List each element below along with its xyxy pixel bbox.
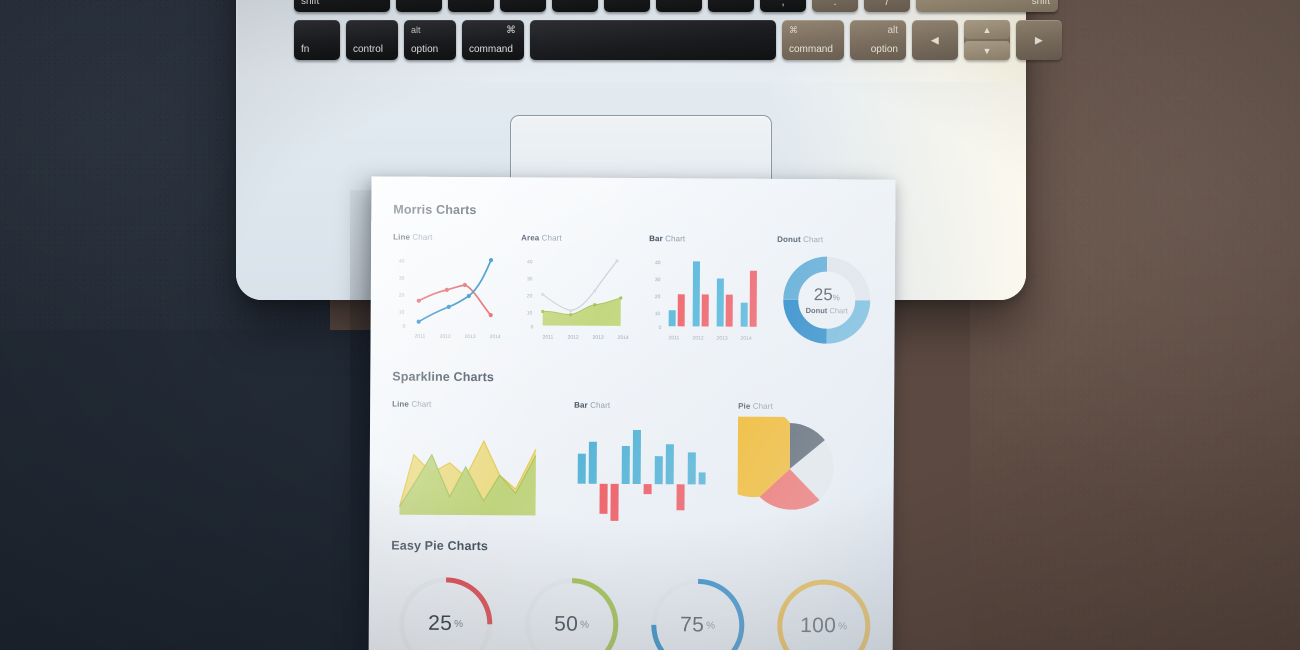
svg-text:20: 20 — [655, 294, 661, 300]
key-fn[interactable]: fn — [294, 20, 340, 60]
sparkline-pie-chart — [707, 405, 834, 510]
sparkline-line-chart-cell: Line Chart — [391, 400, 542, 526]
sparkline-bar-chart-cell: Bar Chart — [573, 400, 706, 536]
easy-pie-value-100: 100% — [800, 614, 848, 638]
svg-text:2014: 2014 — [490, 334, 501, 340]
svg-text:20: 20 — [527, 293, 533, 299]
svg-text:40: 40 — [527, 259, 533, 265]
key-command-right[interactable]: ⌘ command — [782, 20, 844, 60]
svg-text:2012: 2012 — [693, 335, 704, 341]
svg-text:10: 10 — [399, 310, 405, 316]
donut-center-label: 25% Donut Chart — [777, 285, 877, 316]
key-n[interactable]: N — [656, 0, 702, 12]
svg-text:2011: 2011 — [415, 334, 426, 340]
morris-area-chart: 40 30 20 10 0 2011 2012 2013 2014 — [527, 259, 629, 341]
sparkline-pie-chart-title: Pie Chart — [738, 401, 773, 411]
donut-center-caption: Donut Chart — [805, 306, 848, 316]
key-arrow-down[interactable]: ▼ — [964, 41, 1010, 60]
morris-line-chart-cell: Line Chart 40 30 20 10 0 2011 2012 2013 … — [392, 233, 511, 349]
svg-text:2011: 2011 — [543, 334, 554, 340]
svg-text:0: 0 — [531, 324, 534, 330]
printed-report-sheet: Morris Charts Line Chart 40 30 20 10 0 2… — [368, 176, 896, 650]
svg-text:2013: 2013 — [593, 335, 604, 341]
section-title-sparkline: Sparkline Charts — [392, 369, 495, 385]
svg-text:2013: 2013 — [717, 336, 728, 342]
morris-bar-chart-cell: Bar Chart 40 30 20 10 0 2011 2012 2013 2… — [648, 234, 767, 350]
svg-text:30: 30 — [655, 277, 661, 283]
key-arrow-right[interactable]: ► — [1016, 20, 1062, 60]
key-c[interactable]: C — [500, 0, 546, 12]
morris-bar-chart-title: Bar Chart — [649, 234, 686, 244]
svg-text:10: 10 — [527, 310, 533, 316]
sparkline-charts-row: Line Chart Bar Chart Pie Chart — [391, 400, 872, 536]
svg-text:10: 10 — [655, 311, 661, 317]
key-m[interactable]: M — [708, 0, 754, 12]
key-option-right[interactable]: alt option — [850, 20, 906, 60]
section-title-morris: Morris Charts — [393, 202, 477, 218]
key-control[interactable]: control — [346, 20, 398, 60]
key-b[interactable]: B — [604, 0, 650, 12]
key-x[interactable]: X — [448, 0, 494, 12]
sparkline-pie-chart-cell: Pie Chart — [707, 401, 843, 528]
key-option-left[interactable]: alt option — [404, 20, 456, 60]
key-shift-right[interactable]: shift — [916, 0, 1058, 12]
key-period[interactable]: > . — [812, 0, 858, 12]
svg-text:0: 0 — [403, 324, 406, 330]
morris-charts-row: Line Chart 40 30 20 10 0 2011 2012 2013 … — [392, 233, 873, 351]
svg-text:2014: 2014 — [618, 335, 629, 341]
svg-text:2012: 2012 — [568, 335, 579, 341]
key-command-left[interactable]: ⌘ command — [462, 20, 524, 60]
key-comma[interactable]: < , — [760, 0, 806, 12]
morris-bar-chart: 40 30 20 10 0 2011 2012 2013 2014 — [655, 260, 757, 342]
key-arrow-left[interactable]: ◄ — [912, 20, 958, 60]
section-title-easypie: Easy Pie Charts — [391, 538, 489, 554]
photo-scene: shift Z X C V B N — [0, 0, 1300, 650]
key-slash[interactable]: ? / — [864, 0, 910, 12]
easy-pie-value-25: 25% — [428, 611, 464, 635]
morris-line-chart: 40 30 20 10 0 2011 2012 2013 2014 — [399, 258, 501, 340]
key-arrow-up[interactable]: ▲ — [964, 20, 1010, 39]
morris-area-chart-title: Area Chart — [521, 233, 562, 243]
easy-pie-chart-75: 75% — [642, 570, 753, 650]
key-arrow-up-down[interactable]: ▲ ▼ — [964, 20, 1010, 60]
easy-pie-charts-row: 25% 50% 75 % 100 % — [390, 569, 871, 650]
key-z[interactable]: Z — [396, 0, 442, 12]
svg-text:20: 20 — [399, 293, 405, 299]
easy-pie-chart-25: 25% — [390, 569, 501, 650]
sparkline-bar-chart — [577, 430, 706, 536]
easy-pie-chart-50: 50% — [516, 569, 627, 650]
key-v[interactable]: V — [552, 0, 598, 12]
sparkline-line-chart — [398, 439, 537, 516]
sparkline-line-chart-title: Line Chart — [392, 399, 432, 409]
sparkline-bar-chart-title: Bar Chart — [574, 400, 611, 410]
svg-text:40: 40 — [655, 260, 661, 266]
easy-pie-value-50: 50% — [554, 612, 590, 636]
keyboard: shift Z X C V B N — [294, 0, 1062, 68]
svg-text:40: 40 — [399, 259, 405, 265]
desk-surface-bottom-left — [0, 330, 380, 650]
svg-text:2011: 2011 — [669, 335, 680, 341]
easy-pie-chart-100: 100% — [768, 571, 879, 650]
easy-pie-value-75: 75% — [680, 613, 716, 637]
svg-text:2012: 2012 — [440, 334, 451, 340]
svg-text:2014: 2014 — [741, 336, 752, 342]
keyboard-row-zxcvbnm: shift Z X C V B N — [294, 0, 1058, 12]
morris-line-chart-title: Line Chart — [393, 232, 433, 242]
svg-text:0: 0 — [659, 325, 662, 331]
svg-text:30: 30 — [399, 276, 405, 282]
svg-text:30: 30 — [527, 276, 533, 282]
morris-donut-chart-cell: Donut Chart 25% Donut Chart — [776, 235, 877, 351]
svg-text:2013: 2013 — [465, 334, 476, 340]
morris-donut-chart-title: Donut Chart — [777, 234, 824, 245]
keyboard-row-modifiers: fn control alt option ⌘ command ⌘ comman… — [294, 20, 1062, 60]
key-shift-left[interactable]: shift — [294, 0, 390, 12]
donut-center-value: 25% — [813, 285, 840, 305]
key-space-bar[interactable] — [530, 20, 776, 60]
morris-area-chart-cell: Area Chart 40 30 20 10 0 2011 2012 2013 … — [520, 233, 639, 349]
